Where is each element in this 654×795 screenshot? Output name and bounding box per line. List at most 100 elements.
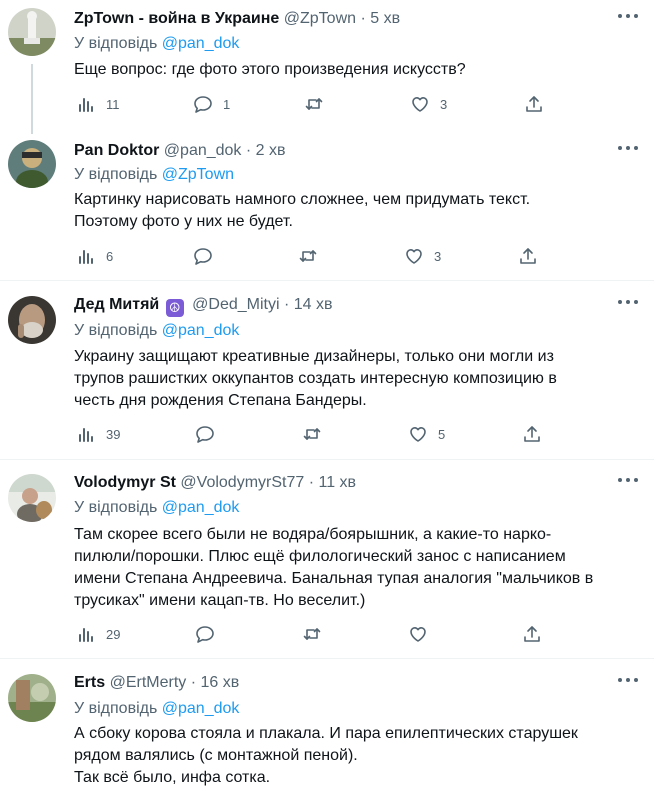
tweet-header: ZpTown - война в Украине @ZpTown · 5 хв [74,8,400,30]
handle[interactable]: @pan_dok [164,142,242,159]
display-name[interactable]: Erts [74,674,105,691]
tweet-text-line: Украину защищают креативные дизайнеры, т… [74,348,554,365]
separator-dot: · [360,10,366,27]
separator-dot: · [308,474,315,491]
reply-icon [196,626,214,643]
retweet-button[interactable] [304,93,334,115]
action-bar: 11 1 3 [74,93,554,115]
stats-count: 11 [106,96,120,112]
avatar[interactable] [8,140,56,188]
mention-link[interactable]: @pan_dok [162,35,240,52]
like-count: 3 [440,96,448,112]
retweet-icon [303,628,321,640]
stats-button[interactable]: 6 [76,245,113,267]
timestamp[interactable]: 16 хв [201,674,240,691]
display-name[interactable]: ZpTown - война в Украине [74,10,279,27]
share-icon [520,248,536,264]
retweet-button[interactable] [302,423,332,445]
more-icon[interactable] [618,678,638,684]
retweet-icon [303,428,321,440]
separator-dot: · [245,142,252,159]
reply-button[interactable] [195,423,225,445]
timestamp[interactable]: 2 хв [256,142,286,159]
mention-link[interactable]: @ZpTown [162,166,234,183]
timestamp[interactable]: 11 хв [319,474,357,491]
like-count: 5 [438,426,446,442]
more-icon[interactable] [618,478,638,484]
handle[interactable]: @VolodymyrSt77 [180,474,304,491]
tweet-text-line: А сбоку корова стояла и плакала. И пара … [74,725,578,742]
retweet-icon [305,98,323,110]
tweet-text-line: Там скорее всего были не водяра/боярышни… [74,526,552,543]
stats-button[interactable]: 39 [76,423,120,445]
stats-button[interactable]: 29 [76,623,120,645]
reply-button[interactable]: 1 [193,93,230,115]
tweet-text: Картинку нарисовать намного сложнее, чем… [74,189,614,233]
action-bar: 39 5 [74,423,554,445]
retweet-button[interactable] [302,623,332,645]
avatar[interactable] [8,474,56,522]
tweet-text-line: имени Степана Андреевича. Банальная тупа… [74,570,594,587]
tweet-text-line: трупов рашистких оккупантов создать инте… [74,370,557,387]
display-name[interactable]: Дед Митяй [74,296,159,313]
stats-count: 39 [106,426,121,442]
avatar[interactable] [8,296,56,344]
thread-line [31,64,33,134]
handle[interactable]: @Ded_Mityi [192,296,279,313]
tweet[interactable]: Erts @ErtMerty · 16 хв У відповідь @pan_… [0,672,654,795]
reply-count: 1 [223,96,231,112]
separator-dot: · [284,296,290,313]
reply-prefix: У відповідь [74,166,158,183]
reply-prefix: У відповідь [74,35,158,52]
stats-icon [79,428,93,442]
more-icon[interactable] [618,14,638,20]
share-icon [526,96,542,112]
display-name[interactable]: Pan Doktor [74,142,159,159]
timestamp[interactable]: 14 хв [294,296,333,313]
reply-context: У відповідь @pan_dok [74,33,239,55]
like-icon [410,427,426,442]
share-button[interactable] [522,623,542,645]
more-icon[interactable] [618,300,638,306]
mention-link[interactable]: @pan_dok [162,499,240,516]
share-button[interactable] [522,423,542,445]
tweet[interactable]: Дед Митяй ☮ @Ded_Mityi · 14 хв У відпові… [0,294,654,454]
tweet-text-line: Еще вопрос: где фото этого произведения … [74,61,466,78]
separator-dot: · [190,674,197,691]
like-button[interactable]: 5 [408,423,445,445]
retweet-button[interactable] [298,245,328,267]
tweet[interactable]: Pan Doktor @pan_dok · 2 хв У відповідь @… [0,138,654,278]
reply-button[interactable] [193,245,223,267]
reply-context: У відповідь @pan_dok [74,698,239,720]
stats-button[interactable]: 11 [76,93,120,115]
mention-link[interactable]: @pan_dok [162,322,240,339]
share-button[interactable] [524,93,544,115]
more-icon[interactable] [618,146,638,152]
tweet-text-line: трусиках" имени кацап-тв. Но веселит.) [74,592,366,609]
tweet[interactable]: Volodymyr St @VolodymyrSt77 · 11 хв У ві… [0,472,654,648]
timestamp[interactable]: 5 хв [370,10,400,27]
share-button[interactable] [518,245,538,267]
share-icon [524,426,540,442]
tweet[interactable]: ZpTown - война в Украине @ZpTown · 5 хв … [0,8,654,134]
reply-button[interactable] [195,623,225,645]
action-bar: 29 [74,623,554,645]
stats-icon [79,250,93,264]
mention-link[interactable]: @pan_dok [162,700,240,717]
stats-count: 29 [106,626,121,642]
like-button[interactable]: 3 [410,93,447,115]
like-icon [410,627,426,642]
avatar[interactable] [8,674,56,722]
reply-context: У відповідь @ZpTown [74,164,234,186]
retweet-icon [299,250,317,262]
reply-prefix: У відповідь [74,322,158,339]
handle[interactable]: @ZpTown [284,10,356,27]
tweet-header: Erts @ErtMerty · 16 хв [74,672,239,694]
like-button[interactable]: 3 [404,245,441,267]
tweet-header: Pan Doktor @pan_dok · 2 хв [74,140,286,162]
display-name[interactable]: Volodymyr St [74,474,176,491]
like-button[interactable] [408,623,438,645]
handle[interactable]: @ErtMerty [110,674,187,691]
avatar[interactable] [8,8,56,56]
stats-count: 6 [106,248,114,264]
